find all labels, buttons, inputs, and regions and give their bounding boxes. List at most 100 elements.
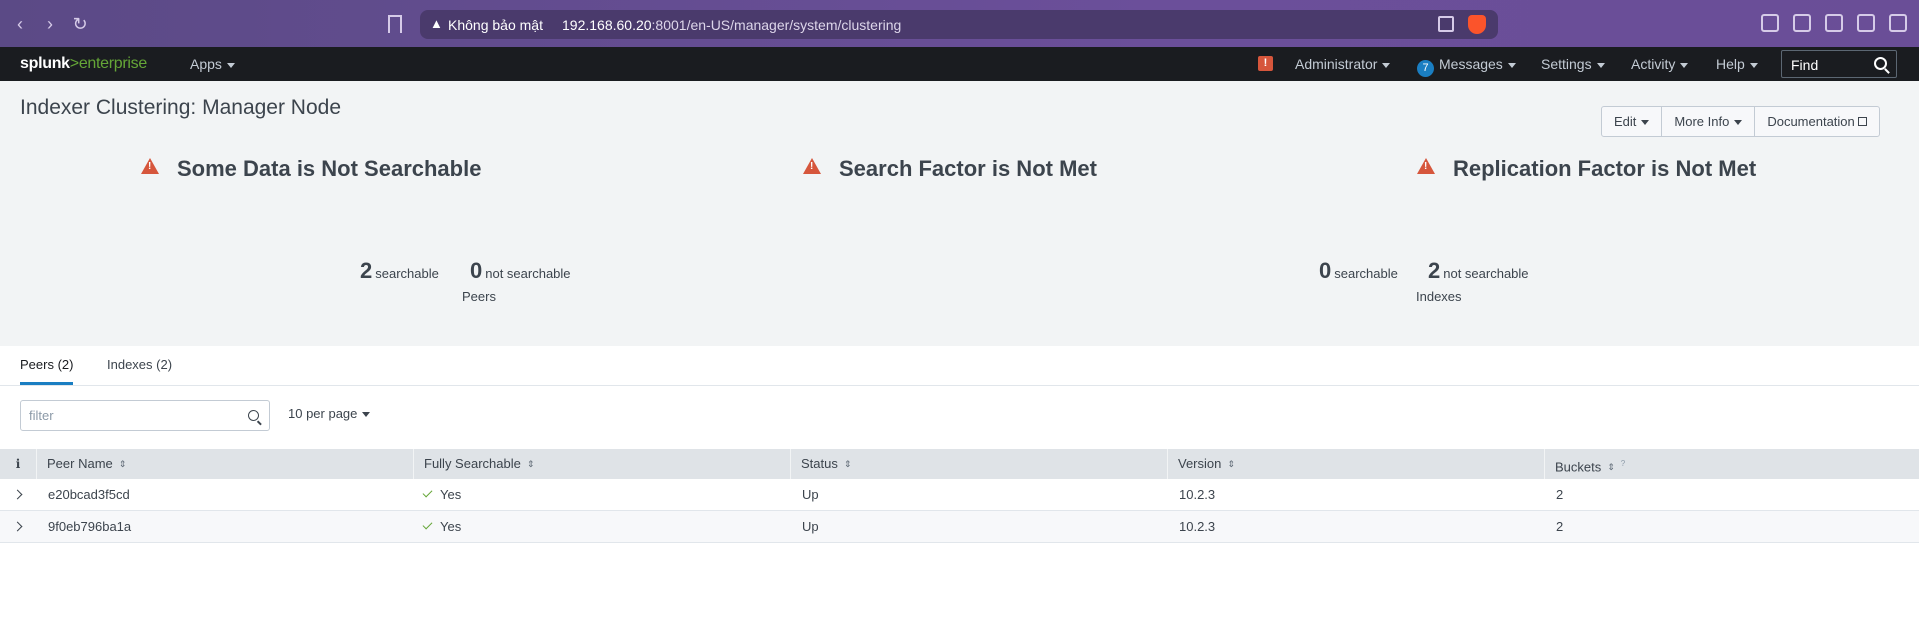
filter-field [20,400,270,431]
browser-extensions [1761,14,1907,32]
messages-count-badge: 7 [1417,60,1434,77]
search-factor-title: Search Factor is Not Met [839,156,1097,181]
column-version-label: Version [1178,456,1222,471]
page-header: Indexer Clustering: Manager Node Edit Mo… [0,81,1919,346]
insecure-label[interactable]: Không bảo mật [448,17,543,33]
reload-icon[interactable]: ↻ [70,14,90,34]
edit-label: Edit [1614,114,1637,129]
table-row: 9f0eb796ba1a Yes Up 10.2.3 2 [0,511,1919,543]
alert-icon[interactable]: ! [1258,56,1273,71]
find-input[interactable]: Find [1781,50,1897,78]
vpn-icon[interactable] [1857,14,1875,32]
column-fully-searchable[interactable]: Fully Searchable ⇕ [413,449,790,479]
more-info-button[interactable]: More Info [1662,107,1756,136]
activity-menu[interactable]: Activity [1631,56,1689,72]
indexes-not-searchable-count: 2 [1428,258,1441,283]
url-host: 192.168.60.20 [562,17,652,33]
chevron-down-icon [1507,62,1516,68]
documentation-label: Documentation [1767,114,1855,129]
documentation-button[interactable]: Documentation [1755,107,1878,136]
sidebar-icon[interactable] [1825,14,1843,32]
peers-searchable-stat: 2 searchable [360,258,439,284]
edit-button[interactable]: Edit [1602,107,1663,136]
header-button-group: Edit More Info Documentation [1601,106,1880,137]
indexes-searchable-stat: 0 searchable [1319,258,1398,284]
buckets-help-icon[interactable]: ? [1621,459,1625,468]
user-menu[interactable]: Administrator [1295,56,1391,72]
per-page-label: 10 per page [288,406,358,421]
help-label: Help [1716,56,1745,72]
apps-menu[interactable]: Apps [190,56,235,72]
chevron-down-icon [1734,120,1743,126]
column-buckets[interactable]: Buckets ⇕? [1544,449,1919,479]
sort-icon: ⇕ [1607,462,1615,473]
chevron-down-icon [1680,62,1689,68]
status-cell: Up [802,519,819,534]
url-path: :8001/en-US/manager/system/clustering [651,17,902,33]
column-status[interactable]: Status ⇕ [790,449,1167,479]
share-icon[interactable] [1438,16,1454,32]
brave-shield-icon[interactable] [1468,15,1486,34]
search-icon[interactable] [248,410,259,421]
url-text[interactable]: 192.168.60.20:8001/en-US/manager/system/… [562,17,901,33]
column-buckets-label: Buckets [1555,459,1602,475]
splunk-topbar: splunk>enterprise Apps ! Administrator 7… [0,47,1919,81]
peers-not-searchable-label: not searchable [485,266,571,281]
fully-searchable-cell: Yes [422,479,461,511]
help-menu[interactable]: Help [1716,56,1758,72]
fully-searchable-cell: Yes [422,511,462,543]
peers-not-searchable-count: 0 [470,258,483,283]
status-cell: Up [802,487,819,502]
version-cell: 10.2.3 [1179,519,1216,534]
wallet-icon[interactable] [1793,14,1811,32]
chevron-down-icon [226,62,235,68]
column-status-label: Status [801,456,838,471]
peers-searchable-count: 2 [360,258,373,283]
external-link-icon [1857,117,1867,126]
search-factor-status: Search Factor is Not Met [803,156,1097,182]
tab-peers[interactable]: Peers (2) [20,357,74,385]
column-version[interactable]: Version ⇕ [1167,449,1544,479]
settings-menu[interactable]: Settings [1541,56,1605,72]
chevron-down-icon [1641,120,1650,126]
table-header: i Peer Name ⇕ Fully Searchable ⇕ Status ⇕ V… [0,449,1919,479]
logo-splunk: splunk [20,55,70,72]
peer-name-cell: e20bcad3f5cd [48,487,130,502]
indexes-not-searchable-stat: 2 not searchable [1428,258,1529,284]
expand-row-icon[interactable] [12,521,23,532]
searchable-status-title: Some Data is Not Searchable [177,156,482,181]
per-page-dropdown[interactable]: 10 per page [288,406,371,421]
expand-row-icon[interactable] [12,489,23,500]
splunk-logo[interactable]: splunk>enterprise [20,55,147,73]
column-peer-name-label: Peer Name [47,456,113,471]
chevron-down-icon [362,412,371,418]
indexes-caption: Indexes [1416,289,1462,304]
apps-label: Apps [190,56,222,72]
buckets-cell: 2 [1556,487,1564,502]
search-icon[interactable] [1874,57,1887,70]
column-fully-searchable-label: Fully Searchable [424,456,521,471]
address-bar[interactable]: ▲ Không bảo mật 192.168.60.20:8001/en-US… [420,10,1498,39]
sort-icon: ⇕ [118,459,127,469]
bookmark-icon[interactable] [388,15,402,33]
tab-indexes[interactable]: Indexes (2) [107,357,172,382]
peer-name-cell: 9f0eb796ba1a [48,519,132,534]
sort-icon: ⇕ [843,459,852,469]
warning-icon [1417,158,1435,174]
check-icon [422,519,433,530]
menu-icon[interactable] [1889,14,1907,32]
check-icon [422,487,433,498]
find-placeholder: Find [1791,57,1819,73]
searchable-status: Some Data is Not Searchable [141,156,481,182]
indexes-searchable-label: searchable [1334,266,1398,281]
extensions-icon[interactable] [1761,14,1779,32]
sort-icon: ⇕ [526,459,535,469]
page-title: Indexer Clustering: Manager Node [20,96,342,119]
column-peer-name[interactable]: Peer Name ⇕ [36,449,413,479]
browser-toolbar: ‹ › ↻ ▲ Không bảo mật 192.168.60.20:8001… [0,0,1919,47]
forward-icon[interactable]: › [40,14,60,34]
filter-input[interactable] [21,401,231,430]
back-icon[interactable]: ‹ [10,14,30,34]
fully-searchable-value: Yes [440,519,462,534]
messages-menu[interactable]: 7 Messages [1417,56,1516,77]
